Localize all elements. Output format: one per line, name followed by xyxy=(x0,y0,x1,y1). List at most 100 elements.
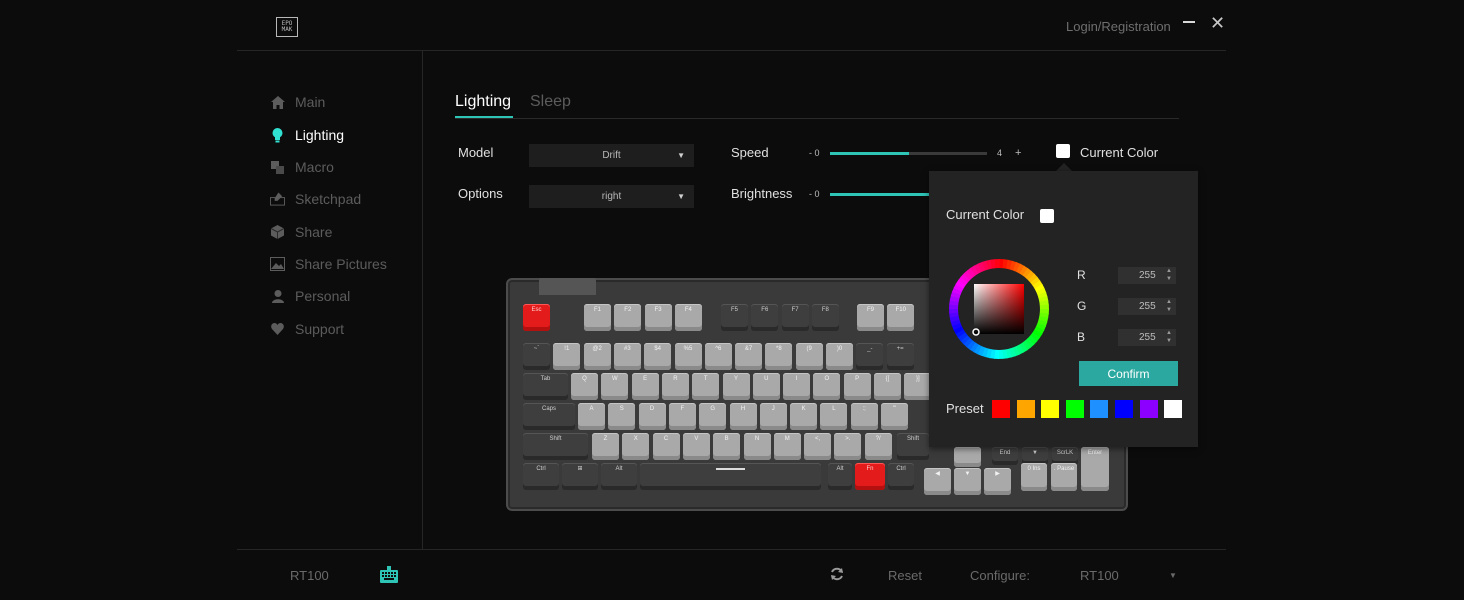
key-number[interactable]: += xyxy=(886,343,914,370)
options-select[interactable]: right ▼ xyxy=(529,185,694,208)
preset-color-swatch[interactable] xyxy=(1115,400,1133,418)
login-registration-link[interactable]: Login/Registration xyxy=(1066,19,1171,34)
reset-button[interactable]: Reset xyxy=(888,568,922,583)
key-letter[interactable]: H xyxy=(729,403,757,430)
key-letter[interactable]: {[ xyxy=(874,373,901,400)
key-letter[interactable]: D xyxy=(638,403,666,430)
tab-lighting[interactable]: Lighting xyxy=(455,93,511,111)
key-pause[interactable]: . Pause xyxy=(1051,463,1077,491)
key-number[interactable]: ^6 xyxy=(704,343,732,370)
key-letter[interactable]: ?/ xyxy=(864,433,892,460)
model-select[interactable]: Drift ▼ xyxy=(529,144,694,167)
key-arrow-left[interactable]: ◀ xyxy=(924,468,951,495)
refresh-icon[interactable] xyxy=(830,567,844,581)
sidebar-item-support[interactable]: Support xyxy=(270,320,344,338)
key-letter[interactable]: S xyxy=(608,403,636,430)
spinner-icon[interactable]: ▲ ▼ xyxy=(1166,267,1172,283)
g-input[interactable]: 255 ▲ ▼ xyxy=(1118,298,1176,315)
color-wheel[interactable] xyxy=(948,258,1050,360)
key-letter[interactable]: P xyxy=(843,373,871,400)
spinner-icon[interactable]: ▲ ▼ xyxy=(1166,298,1172,314)
key-tab[interactable]: Tab xyxy=(523,373,568,400)
key-windows[interactable]: ⊞ xyxy=(562,463,598,490)
sidebar-item-lighting[interactable]: Lighting xyxy=(270,126,344,144)
key-letter[interactable]: X xyxy=(622,433,650,460)
key-number[interactable]: )0 xyxy=(826,343,853,370)
key-right-ctrl[interactable]: Ctrl xyxy=(888,463,914,490)
key-arrow-up[interactable] xyxy=(954,447,981,467)
key-tilde[interactable]: ~` xyxy=(523,343,550,370)
key-number[interactable]: _- xyxy=(856,343,884,370)
key-number[interactable]: @2 xyxy=(583,343,611,370)
key-letter[interactable]: I xyxy=(783,373,811,400)
minimize-icon[interactable] xyxy=(1183,21,1195,23)
sidebar-item-macro[interactable]: Macro xyxy=(270,158,334,176)
key-number[interactable]: &7 xyxy=(735,343,763,370)
preset-color-swatch[interactable] xyxy=(992,400,1010,418)
key-function[interactable]: F7 xyxy=(781,304,809,331)
keyboard-icon[interactable] xyxy=(380,566,398,583)
caret-down-icon[interactable]: ▼ xyxy=(1169,571,1177,580)
preset-color-swatch[interactable] xyxy=(1164,400,1183,418)
key-arrow-right[interactable]: ▶ xyxy=(984,468,1011,495)
key-letter[interactable]: F xyxy=(668,403,696,430)
key-end[interactable]: End xyxy=(992,447,1018,465)
key-function[interactable]: F9 xyxy=(857,304,884,331)
key-left-ctrl[interactable]: Ctrl xyxy=(523,463,559,490)
key-function[interactable]: F10 xyxy=(887,304,915,331)
sidebar-item-main[interactable]: Main xyxy=(270,93,325,111)
preset-color-swatch[interactable] xyxy=(1041,400,1060,418)
current-color-swatch[interactable] xyxy=(1056,144,1070,158)
key-function[interactable]: F6 xyxy=(751,304,779,331)
key-letter[interactable]: E xyxy=(631,373,659,400)
close-icon[interactable]: ✕ xyxy=(1210,14,1225,32)
key-letter[interactable]: R xyxy=(661,373,689,400)
key-letter[interactable]: }] xyxy=(904,373,932,400)
preset-color-swatch[interactable] xyxy=(1065,400,1084,418)
preset-color-swatch[interactable] xyxy=(1090,400,1109,418)
key-letter[interactable]: N xyxy=(743,433,771,460)
key-number[interactable]: %5 xyxy=(674,343,702,370)
key-letter[interactable]: G xyxy=(699,403,727,430)
key-letter[interactable]: T xyxy=(692,373,720,400)
key-letter[interactable]: V xyxy=(682,433,710,460)
key-letter[interactable]: J xyxy=(759,403,787,430)
configure-value[interactable]: RT100 xyxy=(1080,568,1119,583)
key-left-shift[interactable]: Shift xyxy=(523,433,588,460)
b-input[interactable]: 255 ▲ ▼ xyxy=(1118,329,1176,346)
key-letter[interactable]: Y xyxy=(722,373,750,400)
key-number[interactable]: $4 xyxy=(644,343,672,370)
key-letter[interactable]: "' xyxy=(881,403,908,430)
key-function[interactable]: F2 xyxy=(614,304,642,331)
key-letter[interactable]: C xyxy=(652,433,680,460)
r-input[interactable]: 255 ▲ ▼ xyxy=(1118,267,1176,284)
key-left-alt[interactable]: Alt xyxy=(601,463,637,490)
key-letter[interactable]: O xyxy=(813,373,841,400)
key-letter[interactable]: U xyxy=(752,373,780,400)
preset-color-swatch[interactable] xyxy=(1016,400,1035,418)
key-fn[interactable]: Fn xyxy=(855,463,885,490)
key-letter[interactable]: L xyxy=(820,403,848,430)
sidebar-item-sketchpad[interactable]: Sketchpad xyxy=(270,190,361,208)
tab-sleep[interactable]: Sleep xyxy=(530,93,571,111)
speed-increase-button[interactable]: + xyxy=(1015,147,1021,159)
key-letter[interactable]: A xyxy=(578,403,605,430)
key-numpad-enter[interactable]: Enter xyxy=(1081,447,1109,491)
spinner-icon[interactable]: ▲ ▼ xyxy=(1166,329,1172,345)
key-letter[interactable]: >. xyxy=(834,433,862,460)
confirm-button[interactable]: Confirm xyxy=(1079,361,1178,386)
key-letter[interactable]: Q xyxy=(571,373,598,400)
key-letter[interactable]: :; xyxy=(850,403,878,430)
key-insert[interactable]: 0 Ins xyxy=(1021,463,1047,491)
key-function[interactable]: F5 xyxy=(721,304,748,331)
key-letter[interactable]: <, xyxy=(804,433,832,460)
key-letter[interactable]: W xyxy=(601,373,629,400)
key-number[interactable]: #3 xyxy=(613,343,641,370)
preset-color-swatch[interactable] xyxy=(1139,400,1158,418)
key-right-shift[interactable]: Shift xyxy=(897,433,929,460)
key-letter[interactable]: B xyxy=(713,433,741,460)
key-esc[interactable]: Esc xyxy=(523,304,550,331)
key-function[interactable]: F3 xyxy=(644,304,672,331)
sidebar-item-share-pictures[interactable]: Share Pictures xyxy=(270,255,387,273)
key-function[interactable]: F4 xyxy=(674,304,702,331)
